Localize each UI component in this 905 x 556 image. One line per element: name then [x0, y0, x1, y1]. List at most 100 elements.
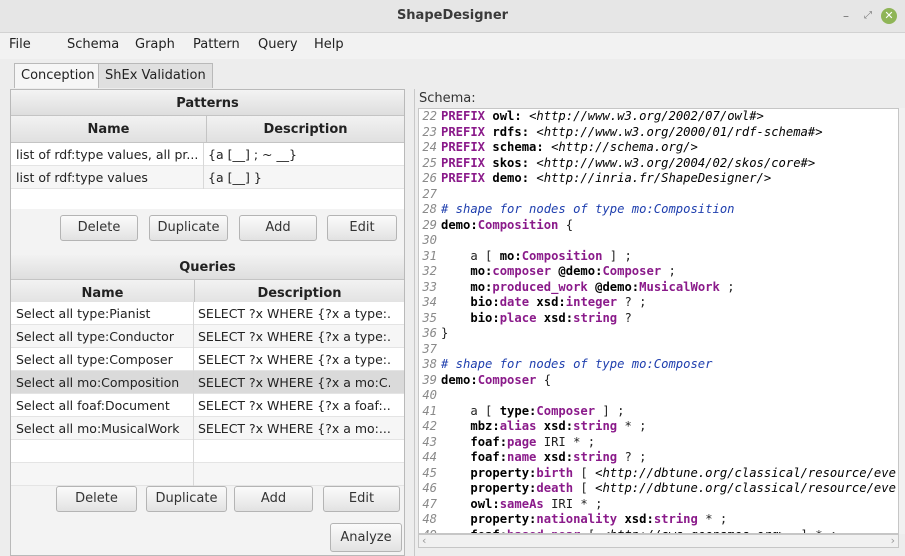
code-line[interactable]: 26 PREFIX demo: <http://inria.fr/ShapeDes…	[419, 171, 896, 187]
code-line[interactable]: 39 demo:Composer {	[419, 373, 896, 389]
menu-graph[interactable]: Graph	[135, 37, 175, 52]
code-line[interactable]: 36}	[419, 326, 896, 342]
code-line[interactable]: 43 foaf:page IRI * ;	[419, 435, 896, 451]
line-number: 32	[422, 264, 437, 278]
code-line[interactable]: 25 PREFIX skos: <http://www.w3.org/2004/0…	[419, 156, 896, 172]
patterns-col-name[interactable]: Name	[11, 116, 207, 143]
line-number: 26	[422, 171, 437, 185]
query-name: Select all foaf:Document	[16, 398, 170, 413]
menu-schema[interactable]: Schema	[67, 37, 119, 52]
queries-title: Queries	[11, 255, 404, 280]
tab-conception[interactable]: Conception	[14, 63, 102, 88]
code-line[interactable]: 44 foaf:name xsd:string ? ;	[419, 450, 896, 466]
query-description: SELECT ?x WHERE {?x a type:...	[198, 329, 390, 344]
column-separator	[193, 394, 194, 417]
code-line[interactable]: 42 mbz:alias xsd:string * ;	[419, 419, 896, 435]
code-line[interactable]: 30	[419, 233, 896, 249]
patterns-duplicate-button[interactable]: Duplicate	[149, 215, 228, 241]
code-line[interactable]: 45 property:birth [ <http://dbtune.org/c…	[419, 466, 896, 482]
queries-duplicate-button[interactable]: Duplicate	[146, 486, 227, 512]
scroll-left-icon[interactable]: ‹	[422, 534, 426, 547]
code-line[interactable]: 33 mo:produced_work @demo:MusicalWork ;	[419, 280, 896, 296]
queries-add-button[interactable]: Add	[234, 486, 313, 512]
queries-row[interactable]: Select all type:Pianist SELECT ?x WHERE …	[11, 302, 404, 325]
schema-editor[interactable]: 22 PREFIX owl: <http://www.w3.org/2002/07…	[418, 108, 899, 534]
code-line[interactable]: 38 # shape for nodes of type mo:Composer	[419, 357, 896, 373]
code-line[interactable]: 24 PREFIX schema: <http://schema.org/>	[419, 140, 896, 156]
queries-row-selected[interactable]: Select all mo:Composition SELECT ?x WHER…	[11, 371, 404, 394]
code-line[interactable]: 34 bio:date xsd:integer ? ;	[419, 295, 896, 311]
patterns-delete-button[interactable]: Delete	[60, 215, 138, 241]
queries-row[interactable]: Select all type:Conductor SELECT ?x WHER…	[11, 325, 404, 348]
line-number: 41	[422, 403, 437, 418]
query-description: SELECT ?x WHERE {?x a mo:...	[198, 421, 390, 436]
column-separator	[193, 417, 194, 440]
column-separator	[203, 166, 204, 189]
maximize-icon[interactable]: ⤢	[860, 8, 876, 24]
tab-shex-validation[interactable]: ShEx Validation	[98, 63, 213, 88]
code-line[interactable]: 35 bio:place xsd:string ?	[419, 311, 896, 327]
window-title: ShapeDesigner	[396, 8, 509, 23]
line-number: 37	[422, 341, 437, 356]
patterns-edit-button[interactable]: Edit	[327, 215, 397, 241]
line-number: 29	[422, 217, 437, 232]
analyze-button[interactable]: Analyze	[330, 523, 402, 552]
line-number: 39	[422, 372, 437, 387]
conception-panel: Patterns Name Description list of rdf:ty…	[10, 89, 405, 556]
line-number: 27	[422, 186, 437, 201]
patterns-add-button[interactable]: Add	[239, 215, 317, 241]
query-description: SELECT ?x WHERE {?x a type:...	[198, 306, 390, 321]
patterns-row[interactable]: list of rdf:type values, all pr... {a [_…	[11, 143, 404, 166]
code-line[interactable]: 28 # shape for nodes of type mo:Compositi…	[419, 202, 896, 218]
patterns-col-description[interactable]: Description	[207, 116, 404, 143]
code-line[interactable]: 27	[419, 187, 896, 203]
line-number: 22	[422, 109, 437, 123]
line-number: 34	[422, 295, 437, 309]
query-name: Select all mo:MusicalWork	[16, 421, 180, 436]
column-separator	[193, 440, 194, 463]
pattern-name: list of rdf:type values, all pr...	[16, 147, 199, 162]
column-separator	[193, 325, 194, 348]
code-line[interactable]: 46 property:death [ <http://dbtune.org/c…	[419, 481, 896, 497]
query-name: Select all type:Conductor	[16, 329, 174, 344]
code-line[interactable]: 37	[419, 342, 896, 358]
pattern-name: list of rdf:type values	[16, 170, 148, 185]
horizontal-scrollbar[interactable]: ‹ ›	[418, 534, 899, 548]
code-line[interactable]: 31 a [ mo:Composition ] ;	[419, 249, 896, 265]
line-number: 28	[422, 202, 437, 216]
queries-edit-button[interactable]: Edit	[323, 486, 400, 512]
line-number: 44	[422, 450, 437, 464]
menu-pattern[interactable]: Pattern	[193, 37, 240, 52]
line-number: 46	[422, 481, 437, 495]
code-line[interactable]: 22 PREFIX owl: <http://www.w3.org/2002/07…	[419, 109, 896, 125]
queries-row[interactable]: Select all foaf:Document SELECT ?x WHERE…	[11, 394, 404, 417]
line-number: 48	[422, 512, 437, 526]
scroll-right-icon[interactable]: ›	[891, 534, 895, 547]
query-description: SELECT ?x WHERE {?x a foaf:...	[198, 398, 390, 413]
code-line[interactable]: 40	[419, 388, 896, 404]
schema-code[interactable]: 22 PREFIX owl: <http://www.w3.org/2002/07…	[419, 109, 896, 533]
menu-query[interactable]: Query	[258, 37, 298, 52]
patterns-row[interactable]: list of rdf:type values {a [__] }	[11, 166, 404, 189]
menu-file[interactable]: File	[9, 37, 31, 52]
code-line[interactable]: 23 PREFIX rdfs: <http://www.w3.org/2000/0…	[419, 125, 896, 141]
queries-delete-button[interactable]: Delete	[56, 486, 137, 512]
line-number: 40	[422, 388, 437, 402]
queries-row[interactable]: Select all mo:MusicalWork SELECT ?x WHER…	[11, 417, 404, 440]
schema-label: Schema:	[419, 91, 476, 106]
code-line[interactable]: 29 demo:Composition {	[419, 218, 896, 234]
code-line[interactable]: 47 owl:sameAs IRI * ;	[419, 497, 896, 513]
column-separator	[193, 348, 194, 371]
code-line[interactable]: 41 a [ type:Composer ] ;	[419, 404, 896, 420]
code-line[interactable]: 48 property:nationality xsd:string * ;	[419, 512, 896, 528]
queries-row[interactable]: Select all type:Composer SELECT ?x WHERE…	[11, 348, 404, 371]
column-separator	[193, 463, 194, 486]
line-number: 25	[422, 155, 437, 170]
menu-help[interactable]: Help	[314, 37, 344, 52]
column-separator	[203, 143, 204, 166]
vertical-scrollbar[interactable]	[899, 108, 905, 534]
minimize-icon[interactable]: –	[838, 8, 854, 24]
menu-bar: File Schema Graph Pattern Query Help	[0, 33, 905, 59]
close-icon[interactable]: ✕	[881, 8, 897, 24]
code-line[interactable]: 32 mo:composer @demo:Composer ;	[419, 264, 896, 280]
